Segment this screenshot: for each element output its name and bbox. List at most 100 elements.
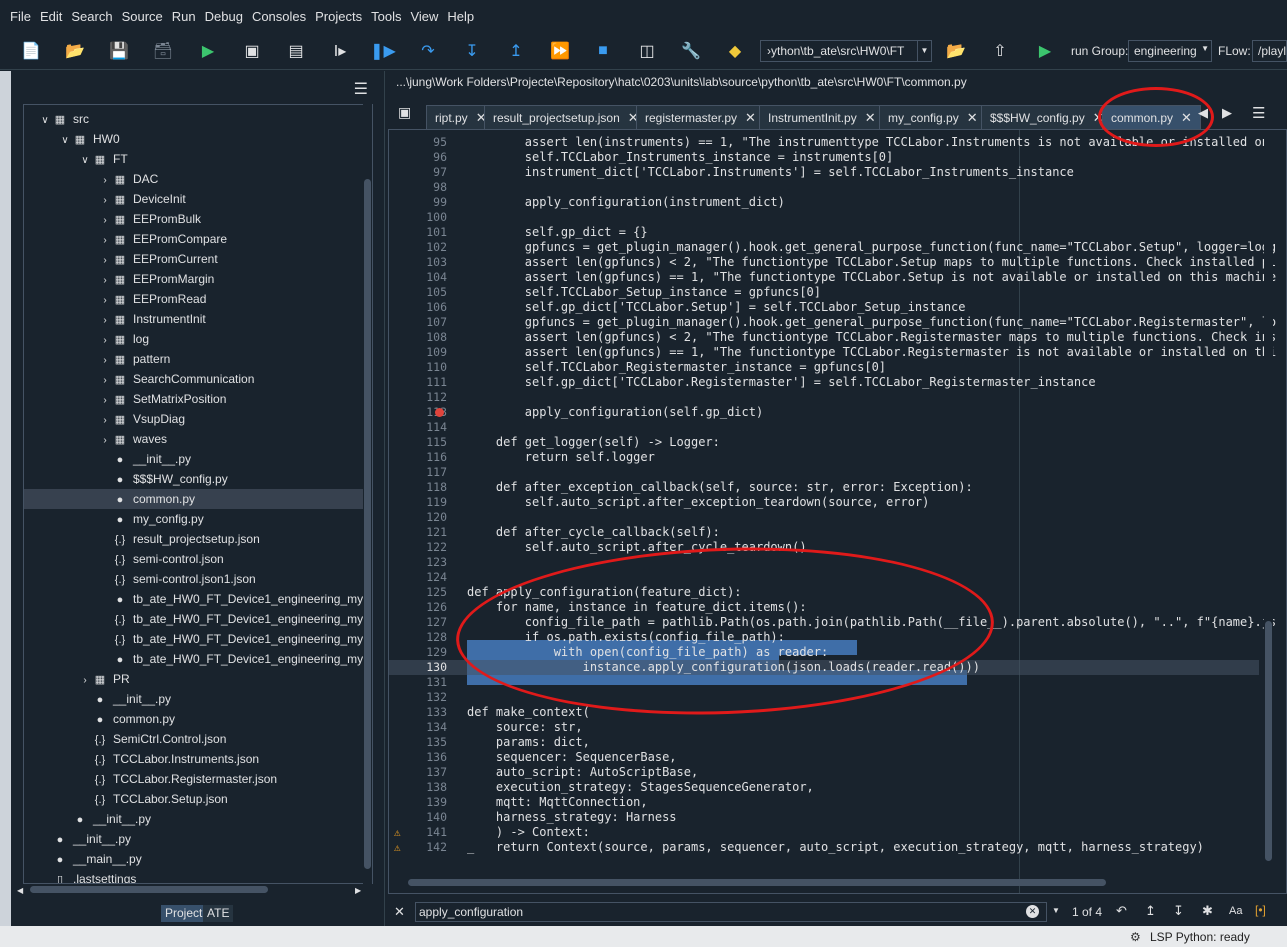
tree-item[interactable]: {.} SemiCtrl.Control.json: [24, 729, 364, 749]
find-previous-icon[interactable]: ↶: [1116, 903, 1127, 919]
chevron-down-icon[interactable]: ∨: [58, 131, 72, 151]
step-return-icon[interactable]: ↥: [503, 38, 529, 64]
menu-item-edit[interactable]: Edit: [40, 9, 62, 24]
menu-item-source[interactable]: Source: [122, 9, 163, 24]
open-folder-icon[interactable]: 📂: [62, 38, 88, 64]
find-input[interactable]: apply_configuration ✕: [415, 902, 1047, 922]
tree-item[interactable]: ● $$$HW_config.py: [24, 469, 364, 489]
tab-ate[interactable]: ATE: [203, 905, 234, 922]
chevron-right-icon[interactable]: ›: [98, 391, 112, 411]
tree-item[interactable]: › ▦ DAC: [24, 169, 364, 189]
tab-project[interactable]: Project: [161, 905, 207, 922]
tree-item[interactable]: › ▦ EEPromCurrent: [24, 249, 364, 269]
tab-scroll-right-icon[interactable]: ▶: [1222, 105, 1232, 121]
chevron-down-icon[interactable]: ∨: [38, 111, 52, 131]
editor-tab[interactable]: my_config.py ✕: [879, 105, 987, 129]
editor-tab[interactable]: registermaster.py ✕: [636, 105, 765, 129]
chevron-right-icon[interactable]: ›: [98, 411, 112, 431]
tree-item[interactable]: {.} semi-control.json1.json: [24, 569, 364, 589]
editor-horizontal-scroll-thumb[interactable]: [408, 879, 1106, 886]
chevron-right-icon[interactable]: ›: [98, 251, 112, 271]
tree-item[interactable]: {.} tb_ate_HW0_FT_Device1_engineering_myp: [24, 609, 370, 629]
chevron-right-icon[interactable]: ›: [98, 171, 112, 191]
menu-item-debug[interactable]: Debug: [205, 9, 243, 24]
scroll-left-icon[interactable]: ◀: [17, 886, 23, 895]
panel-options-menu-icon[interactable]: ☰: [354, 79, 368, 99]
tree-item[interactable]: {.} TCCLabor.Instruments.json: [24, 749, 364, 769]
menu-item-file[interactable]: File: [10, 9, 31, 24]
tree-item[interactable]: ∨ ▦ HW0: [24, 129, 364, 149]
chevron-right-icon[interactable]: ›: [98, 311, 112, 331]
close-find-icon[interactable]: ✕: [394, 904, 405, 920]
browse-folder-icon[interactable]: 📂: [943, 38, 969, 64]
parent-directory-icon[interactable]: ⇧: [987, 38, 1013, 64]
chevron-right-icon[interactable]: ›: [98, 211, 112, 231]
chevron-right-icon[interactable]: ›: [98, 271, 112, 291]
tree-item[interactable]: ● __main__.py: [24, 849, 364, 869]
save-all-icon[interactable]: 🗃: [150, 38, 176, 64]
tree-item[interactable]: {.} TCCLabor.Setup.json: [24, 789, 364, 809]
step-over-icon[interactable]: ↷: [415, 38, 441, 64]
editor-scroll-thumb[interactable]: [1265, 621, 1272, 861]
chevron-right-icon[interactable]: ›: [98, 231, 112, 251]
tree-item[interactable]: {.} TCCLabor.Registermaster.json: [24, 769, 364, 789]
tree-scroll-thumb[interactable]: [364, 179, 371, 869]
stop-icon[interactable]: ■: [590, 38, 616, 64]
tree-item[interactable]: ● tb_ate_HW0_FT_Device1_engineering_myp: [24, 589, 370, 609]
tree-item[interactable]: › ▦ EEPromRead: [24, 289, 364, 309]
browse-tabs-icon[interactable]: ▣: [398, 104, 411, 121]
tree-item[interactable]: › ▦ InstrumentInit: [24, 309, 364, 329]
python-path-icon[interactable]: ◆: [722, 38, 748, 64]
scroll-right-icon[interactable]: ▶: [355, 886, 361, 895]
chevron-right-icon[interactable]: ›: [98, 351, 112, 371]
tree-item[interactable]: › ▦ waves: [24, 429, 364, 449]
chevron-right-icon[interactable]: ›: [98, 431, 112, 451]
chevron-right-icon[interactable]: ›: [78, 671, 92, 691]
chevron-down-icon[interactable]: ▼: [1052, 906, 1060, 915]
tree-vertical-scrollbar[interactable]: [363, 104, 372, 884]
tree-item[interactable]: › ▦ EEPromBulk: [24, 209, 364, 229]
tree-item[interactable]: {.} result_projectsetup.json: [24, 529, 364, 549]
tree-item[interactable]: ▯ .lastsettings: [24, 869, 364, 883]
tree-item[interactable]: ● __init__.py: [24, 689, 364, 709]
tree-item[interactable]: ● __init__.py: [24, 449, 364, 469]
menu-item-view[interactable]: View: [410, 9, 438, 24]
find-up-icon[interactable]: ↥: [1145, 903, 1156, 919]
tree-item[interactable]: › ▦ PR: [24, 669, 364, 689]
new-file-icon[interactable]: 📄: [18, 38, 44, 64]
save-icon[interactable]: 💾: [106, 38, 132, 64]
menu-item-help[interactable]: Help: [447, 9, 474, 24]
step-into-icon[interactable]: ↧: [459, 38, 485, 64]
chevron-right-icon[interactable]: ›: [98, 331, 112, 351]
editor-tab[interactable]: InstrumentInit.py ✕: [759, 105, 885, 129]
tree-item[interactable]: › ▦ SetMatrixPosition: [24, 389, 364, 409]
tree-item[interactable]: ● common.py: [24, 709, 364, 729]
close-tab-icon[interactable]: ✕: [967, 110, 978, 125]
working-directory-combo[interactable]: ›ython\tb_ate\src\HW0\FT ▼: [760, 40, 932, 62]
regex-icon[interactable]: ✱: [1202, 903, 1213, 919]
chevron-right-icon[interactable]: ›: [98, 371, 112, 391]
menu-item-projects[interactable]: Projects: [315, 9, 362, 24]
clear-search-icon[interactable]: ✕: [1026, 905, 1039, 918]
tree-item[interactable]: › ▦ pattern: [24, 349, 364, 369]
maximize-pane-icon[interactable]: ◫: [634, 38, 660, 64]
run-group-play-icon[interactable]: ▶: [1032, 38, 1058, 64]
whole-word-icon[interactable]: [•]: [1255, 903, 1266, 917]
menu-item-run[interactable]: Run: [172, 9, 196, 24]
chevron-down-icon[interactable]: ∨: [78, 151, 92, 171]
editor-tab[interactable]: result_projectsetup.json ✕: [484, 105, 648, 129]
chevron-right-icon[interactable]: ›: [98, 191, 112, 211]
menu-item-consoles[interactable]: Consoles: [252, 9, 306, 24]
tree-item[interactable]: › ▦ SearchCommunication: [24, 369, 364, 389]
tree-item[interactable]: ∨ ▦ src: [24, 109, 364, 129]
warning-icon[interactable]: ⚠: [394, 825, 401, 840]
debug-icon[interactable]: ❚▶: [370, 38, 396, 64]
tree-item[interactable]: › ▦ DeviceInit: [24, 189, 364, 209]
breakpoint-icon[interactable]: [435, 408, 444, 417]
tree-item[interactable]: {.} tb_ate_HW0_FT_Device1_engineering_myp: [24, 629, 370, 649]
tree-item[interactable]: ● __init__.py: [24, 809, 364, 829]
run-icon[interactable]: ▶: [195, 38, 221, 64]
code-editor[interactable]: 95 assert len(instruments) == 1, "The in…: [388, 129, 1287, 894]
tree-item[interactable]: › ▦ EEPromMargin: [24, 269, 364, 289]
menu-item-tools[interactable]: Tools: [371, 9, 401, 24]
